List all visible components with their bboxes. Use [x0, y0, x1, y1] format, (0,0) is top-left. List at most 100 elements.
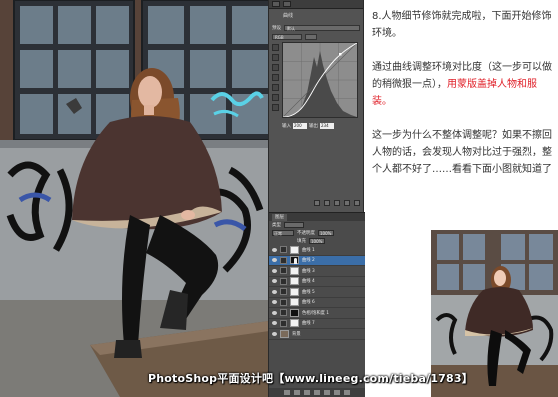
- layer-name: 曲线 1: [302, 247, 315, 253]
- layer-mask-thumbnail[interactable]: [290, 287, 299, 296]
- reset-icon[interactable]: [334, 200, 340, 206]
- properties-footer: [272, 200, 360, 208]
- fill-row: 填充 100%: [269, 237, 365, 245]
- properties-tab[interactable]: [283, 1, 291, 7]
- layer-name: 曲线 7: [302, 321, 315, 327]
- paragraph-why: 这一步为什么不整体调整呢？如果不擦回人物的话，会发现人物对比过于强烈，整个人都不…: [372, 130, 552, 175]
- black-eyedropper-icon[interactable]: [272, 54, 279, 61]
- layer-name: 色相/饱和度 1: [302, 310, 330, 316]
- white-eyedropper-icon[interactable]: [272, 74, 279, 81]
- layer-name: 曲线 4: [302, 279, 315, 285]
- opacity-value[interactable]: 100%: [318, 230, 334, 236]
- curve-point-icon[interactable]: [272, 84, 279, 91]
- fill-value[interactable]: 100%: [309, 238, 325, 244]
- layer-row[interactable]: 色相/饱和度 1: [269, 308, 365, 319]
- layer-row[interactable]: 曲线 6: [269, 298, 365, 308]
- adjustment-layer-icon: [280, 267, 287, 275]
- visibility-eye-icon[interactable]: [272, 300, 277, 305]
- clip-icon[interactable]: [314, 200, 320, 206]
- blend-mode-dropdown[interactable]: 正常: [272, 230, 294, 236]
- trash-icon[interactable]: [354, 200, 360, 206]
- layer-name: 曲线 5: [302, 289, 315, 295]
- fx-icon[interactable]: [294, 390, 300, 395]
- visibility-eye-icon[interactable]: [272, 279, 277, 284]
- adjustment-layer-icon: [280, 288, 287, 296]
- curve-graph[interactable]: [282, 42, 358, 118]
- photo-illustration: [0, 0, 276, 397]
- mask-icon[interactable]: [304, 390, 310, 395]
- blend-row: 正常 不透明度 100%: [269, 229, 365, 237]
- curve-point[interactable]: [339, 53, 342, 56]
- layer-row[interactable]: 曲线 7: [269, 319, 365, 329]
- adjustment-layer-icon: [280, 277, 287, 285]
- new-layer-icon[interactable]: [334, 390, 340, 395]
- layer-row[interactable]: 曲线 2: [269, 255, 365, 266]
- layer-row[interactable]: 曲线 4: [269, 277, 365, 287]
- input-value[interactable]: 200: [293, 122, 307, 129]
- photoshop-panel: 曲线 预设 默认 RGB 输入 200 输出 234 图层 类型 正常 不透明度…: [268, 0, 365, 397]
- curve-graph-svg: [282, 42, 358, 118]
- layer-name: 背景: [292, 331, 301, 337]
- kind-label: 类型: [272, 223, 281, 228]
- preset-dropdown[interactable]: 默认: [284, 24, 360, 31]
- smooth-icon[interactable]: [272, 104, 279, 111]
- adjustment-layer-icon: [280, 256, 287, 264]
- paragraph-step-8: 8.人物细节修饰就完成啦，下面开始修饰环境。: [372, 11, 552, 39]
- curve-tools: [272, 44, 279, 114]
- view-previous-icon[interactable]: [324, 200, 330, 206]
- channel-row: RGB: [272, 33, 360, 40]
- preset-label: 预设: [272, 25, 281, 31]
- kind-dropdown[interactable]: [284, 222, 304, 228]
- layer-mask-thumbnail[interactable]: [290, 266, 299, 275]
- preset-row: 预设 默认: [272, 24, 360, 31]
- visibility-eye-icon[interactable]: [272, 247, 277, 252]
- layer-row[interactable]: 曲线 1: [269, 245, 365, 256]
- article-text: 8.人物细节修饰就完成啦，下面开始修饰环境。 通过曲线调整环境对比度（这一步可以…: [372, 8, 554, 195]
- layer-mask-thumbnail[interactable]: [290, 308, 299, 317]
- input-label: 输入: [282, 123, 291, 129]
- visibility-eye-icon[interactable]: [272, 289, 277, 294]
- layer-name: 曲线 3: [302, 268, 315, 274]
- adjustment-layer-icon: [280, 246, 287, 254]
- adjustment-icon[interactable]: [314, 390, 320, 395]
- layer-mask-thumbnail[interactable]: [290, 298, 299, 307]
- target-adjust-icon[interactable]: [272, 44, 279, 51]
- visibility-eye-icon[interactable]: [272, 321, 277, 326]
- opacity-label: 不透明度: [297, 231, 315, 236]
- visibility-icon[interactable]: [344, 200, 350, 206]
- adjustment-layer-icon: [280, 298, 287, 306]
- layer-row[interactable]: 背景: [269, 329, 365, 340]
- gray-eyedropper-icon[interactable]: [272, 64, 279, 71]
- layer-mask-thumbnail[interactable]: [290, 245, 299, 254]
- pencil-icon[interactable]: [272, 94, 279, 101]
- adjustment-layer-icon: [280, 309, 287, 317]
- visibility-eye-icon[interactable]: [272, 310, 277, 315]
- main-photo: [0, 0, 276, 397]
- layers-header: 图层: [269, 213, 365, 221]
- layer-mask-thumbnail[interactable]: [290, 256, 299, 265]
- properties-tabs: [269, 0, 363, 9]
- output-value[interactable]: 234: [320, 122, 334, 129]
- layer-row[interactable]: 曲线 5: [269, 287, 365, 298]
- auto-button[interactable]: [305, 33, 317, 40]
- layer-name: 曲线 6: [302, 300, 315, 306]
- layers-footer: [269, 388, 365, 397]
- paragraph-curves: 通过曲线调整环境对比度（这一步可以做的稍微狠一点），用蒙版盖掉人物和服装。: [372, 59, 554, 110]
- layers-tab[interactable]: 图层: [272, 213, 287, 221]
- visibility-eye-icon[interactable]: [272, 258, 277, 263]
- input-output-row: 输入 200 输出 234: [282, 122, 360, 129]
- watermark: PhotoShop平面设计吧【www.lineeg.com/tieba/1783…: [148, 372, 473, 385]
- layer-mask-thumbnail[interactable]: [290, 277, 299, 286]
- folder-icon[interactable]: [324, 390, 330, 395]
- visibility-eye-icon[interactable]: [272, 331, 277, 336]
- visibility-eye-icon[interactable]: [272, 268, 277, 273]
- fill-label: 填充: [297, 239, 306, 244]
- layer-row[interactable]: 曲线 3: [269, 266, 365, 277]
- layer-list: 曲线 1 曲线 2 曲线 3 曲线 4 曲线 5 曲线 6 色相/饱和度 1 曲线 7 背景: [269, 245, 365, 340]
- channel-dropdown[interactable]: RGB: [272, 33, 302, 40]
- trash-icon[interactable]: [344, 390, 350, 395]
- adjustments-tab[interactable]: [272, 1, 280, 7]
- layer-mask-thumbnail[interactable]: [290, 319, 299, 328]
- link-icon[interactable]: [284, 390, 290, 395]
- layer-name: 曲线 2: [302, 258, 315, 264]
